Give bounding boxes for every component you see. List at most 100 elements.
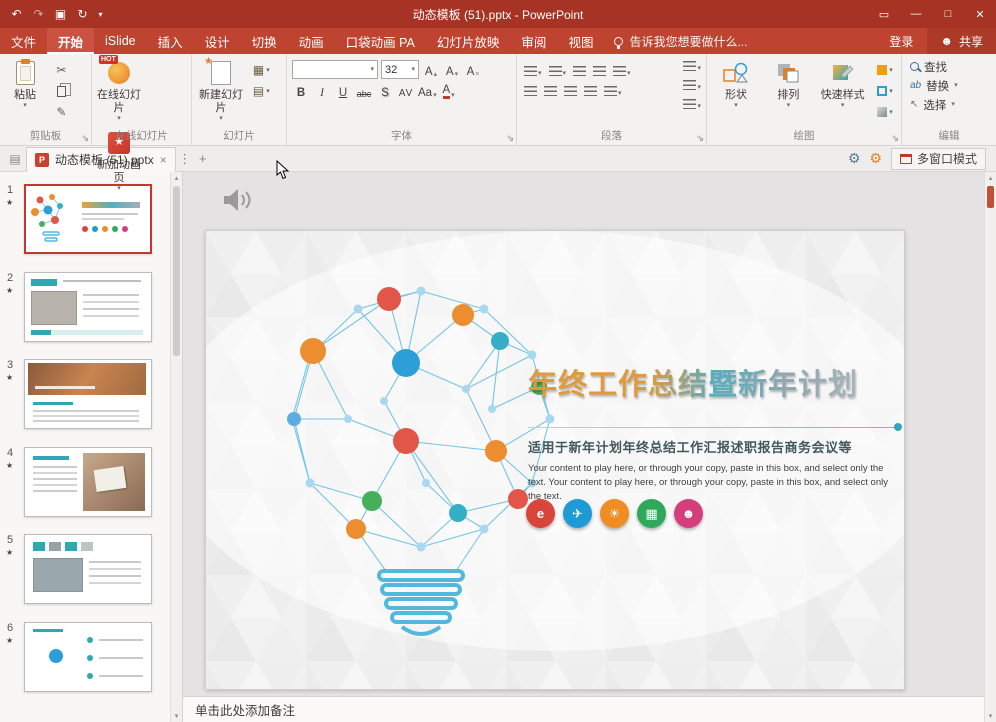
paste-button[interactable]: 粘贴 ▾ [3, 57, 47, 127]
lightbulb-network-graphic[interactable] [256, 269, 586, 649]
scroll-up-icon[interactable]: ▴ [171, 174, 182, 182]
paragraph-dialog-launcher[interactable]: ⇘ [696, 134, 704, 143]
slide-editing-area[interactable]: 年终工作总结暨新年计划 适用于新年计划年终总结工作汇报述职报告商务会议等 You… [183, 172, 984, 696]
layout-button[interactable]: ▦▾ [250, 61, 272, 79]
settings-gear-icon[interactable]: ⚙ [869, 150, 882, 167]
find-button[interactable]: 查找 [905, 57, 994, 76]
social-icon-red[interactable]: e [526, 499, 555, 528]
align-right-button[interactable] [564, 83, 577, 97]
tab-slideshow[interactable]: 幻灯片放映 [426, 28, 511, 54]
panel-scrollbar[interactable]: ▴ ▾ [170, 172, 182, 722]
slide-thumbnail-3[interactable] [24, 359, 152, 429]
find-settings-icon[interactable]: ⚙ [848, 150, 861, 167]
scroll-down-icon[interactable]: ▾ [985, 712, 996, 720]
tab-pocket-animation[interactable]: 口袋动画 PA [335, 28, 426, 54]
panel-scroll-thumb[interactable] [173, 186, 180, 356]
align-text-button[interactable]: ▾ [683, 77, 701, 91]
pane-toggle-icon[interactable]: ▤ [4, 152, 26, 166]
slide-title[interactable]: 年终工作总结暨新年计划 [528, 361, 905, 403]
shape-outline-button[interactable]: ▾ [874, 82, 896, 100]
tab-review[interactable]: 审阅 [510, 28, 557, 54]
tab-islide[interactable]: iSlide [94, 28, 147, 54]
shape-effects-button[interactable]: ▾ [874, 103, 896, 121]
social-icon-orange-sun[interactable]: ☀ [600, 499, 629, 528]
paste-dropdown-icon[interactable]: ▾ [23, 102, 27, 109]
tab-design[interactable]: 设计 [194, 28, 241, 54]
qat-customize-icon[interactable]: ▾ [94, 2, 107, 26]
ribbon-display-options-icon[interactable]: ▭ [868, 0, 900, 28]
slide-thumbnail-5[interactable] [24, 534, 152, 604]
tell-me-box[interactable]: 告诉我您想要做什么... [604, 28, 757, 54]
tab-transitions[interactable]: 切换 [241, 28, 288, 54]
italic-button[interactable]: I [313, 82, 331, 100]
undo-icon[interactable]: ↶ [6, 2, 27, 26]
format-painter-button[interactable]: ✎ [50, 103, 72, 121]
speaker-icon[interactable] [221, 186, 253, 217]
tab-options-icon[interactable]: ⋮ [176, 151, 194, 167]
tab-animations[interactable]: 动画 [288, 28, 335, 54]
quick-styles-button[interactable]: 快速样式 ▾ [815, 57, 871, 127]
cut-button[interactable]: ✂ [50, 61, 72, 79]
main-scrollbar[interactable]: ▴ ▾ [984, 172, 996, 722]
justify-button[interactable] [584, 83, 597, 97]
grow-font-button[interactable]: A▴ [422, 61, 440, 79]
bold-button[interactable]: B [292, 82, 310, 100]
select-button[interactable]: ↖ 选择 ▾ [905, 95, 994, 114]
increase-indent-button[interactable] [593, 63, 606, 77]
line-spacing-button[interactable]: ▾ [613, 63, 631, 77]
font-dialog-launcher[interactable]: ⇘ [506, 134, 514, 143]
align-center-button[interactable] [544, 83, 557, 97]
online-slides-button[interactable]: HOT 在线幻灯片 ▾ [95, 57, 143, 127]
main-scroll-thumb[interactable] [987, 186, 994, 208]
repeat-icon[interactable]: ↻ [72, 2, 93, 26]
font-name-combobox[interactable]: ▾ [292, 60, 378, 79]
drawing-dialog-launcher[interactable]: ⇘ [891, 134, 899, 143]
strikethrough-button[interactable]: abc [355, 82, 373, 100]
bullets-button[interactable]: ▾ [524, 63, 542, 77]
slide-thumbnail-2[interactable] [24, 272, 152, 342]
shrink-font-button[interactable]: A▾ [443, 61, 461, 79]
social-icon-pink-people[interactable]: ☻ [674, 499, 703, 528]
tab-insert[interactable]: 插入 [147, 28, 194, 54]
slide-thumbnail-6[interactable] [24, 622, 152, 692]
clear-formatting-button[interactable]: A× [464, 61, 482, 79]
slide-subtitle[interactable]: 适用于新年计划年终总结工作汇报述职报告商务会议等 [528, 437, 852, 456]
columns-button[interactable]: ▾ [604, 83, 622, 97]
tab-home[interactable]: 开始 [47, 28, 94, 54]
sign-in-button[interactable]: 登录 [875, 28, 927, 54]
new-tab-icon[interactable]: + [194, 151, 212, 166]
shape-fill-button[interactable]: ▾ [874, 61, 896, 79]
copy-button[interactable] [50, 82, 72, 100]
redo-icon[interactable]: ↷ [28, 2, 49, 26]
align-left-button[interactable] [524, 83, 537, 97]
convert-smartart-button[interactable]: ▾ [683, 96, 701, 110]
clipboard-dialog-launcher[interactable]: ⇘ [81, 134, 89, 143]
share-button[interactable]: ☻ 共享 [927, 28, 996, 54]
shapes-button[interactable]: 形状 ▾ [710, 57, 762, 127]
replace-button[interactable]: ab 替换 ▾ [905, 76, 994, 95]
slide-thumbnail-4[interactable] [24, 447, 152, 517]
section-button[interactable]: ▤▾ [250, 82, 272, 100]
slide[interactable]: 年终工作总结暨新年计划 适用于新年计划年终总结工作汇报述职报告商务会议等 You… [205, 230, 905, 690]
slide-body-text[interactable]: Your content to play here, or through yo… [528, 462, 900, 503]
tab-view[interactable]: 视图 [557, 28, 604, 54]
minimize-icon[interactable]: — [900, 0, 932, 28]
text-shadow-button[interactable]: S [376, 82, 394, 100]
notes-pane[interactable]: 单击此处添加备注 [183, 696, 984, 722]
change-case-button[interactable]: Aa▾ [418, 82, 437, 100]
maximize-icon[interactable]: □ [932, 0, 964, 28]
font-size-combobox[interactable]: 32 ▾ [381, 60, 419, 79]
numbering-button[interactable]: ▾ [549, 63, 567, 77]
tab-file[interactable]: 文件 [0, 28, 47, 54]
save-icon[interactable]: ▣ [50, 2, 71, 26]
close-tab-icon[interactable]: × [160, 153, 167, 167]
scroll-up-icon[interactable]: ▴ [985, 174, 996, 182]
multi-window-mode-button[interactable]: 多窗口模式 [891, 148, 986, 170]
arrange-button[interactable]: 排列 ▾ [765, 57, 811, 127]
new-slide-button[interactable]: ★ 新建幻灯片 ▾ [195, 57, 247, 127]
character-spacing-button[interactable]: AV [397, 82, 415, 100]
close-icon[interactable]: ✕ [964, 0, 996, 28]
decrease-indent-button[interactable] [573, 63, 586, 77]
font-color-button[interactable]: A▾ [440, 82, 458, 100]
text-direction-button[interactable]: ▾ [683, 58, 701, 72]
